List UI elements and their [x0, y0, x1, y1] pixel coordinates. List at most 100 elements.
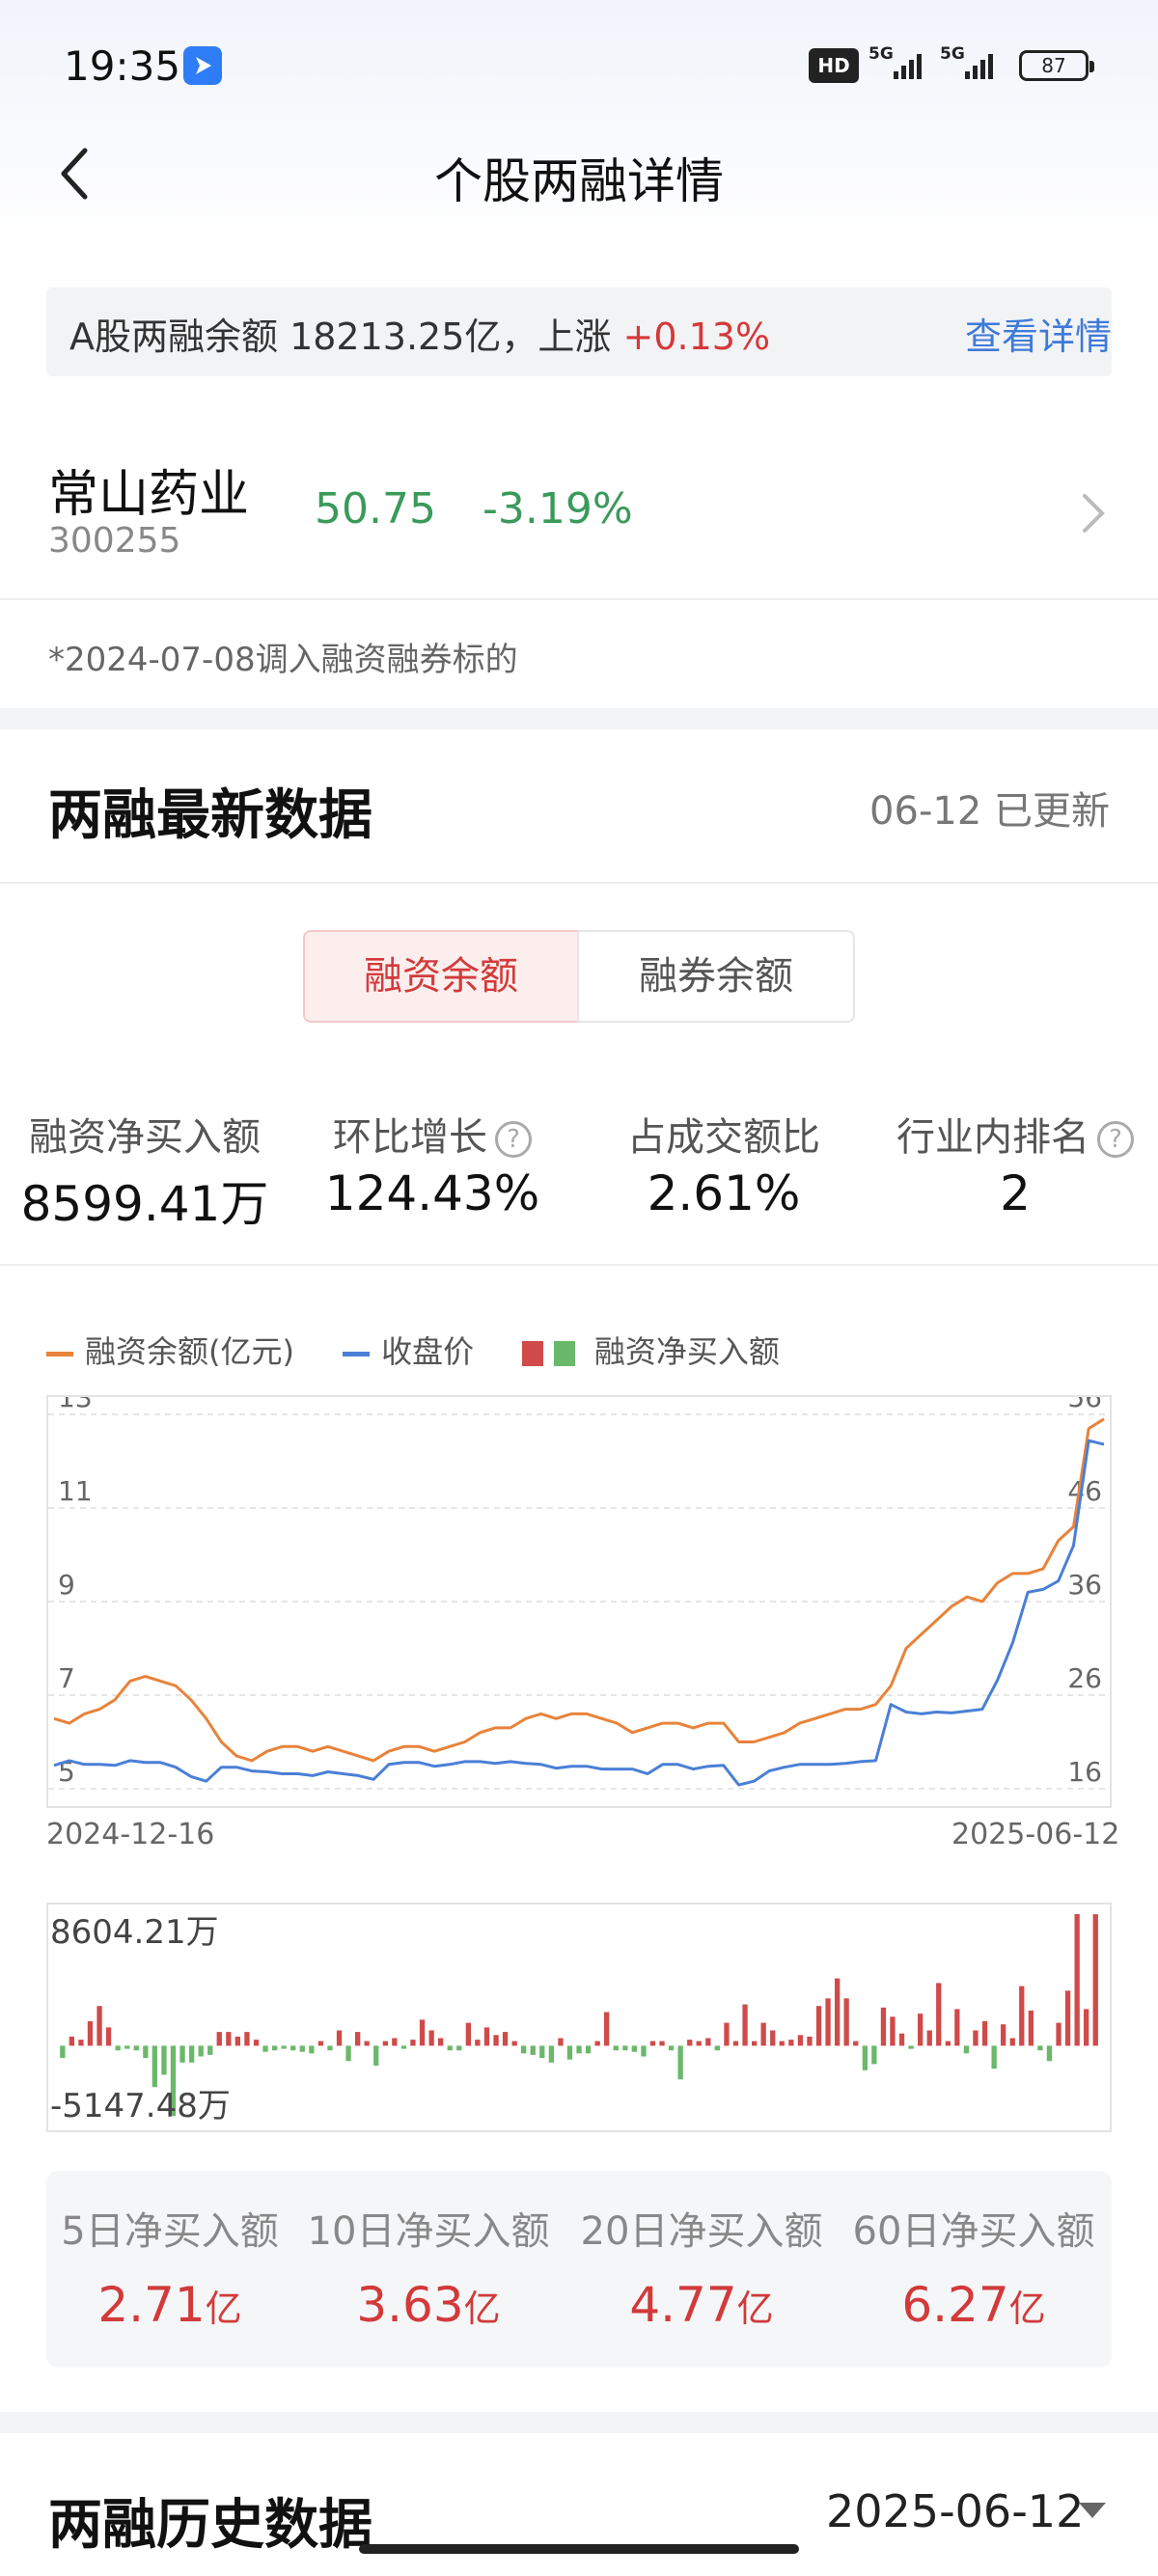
net-buy-bar [345, 2045, 351, 2062]
legend-balance: 融资余额(亿元) [46, 1333, 294, 1370]
net-buy-bar [253, 2040, 260, 2046]
stat-value-10d: 3.63亿 [356, 2277, 501, 2333]
stat-value-60d: 6.27亿 [901, 2277, 1046, 2333]
net-buy-bar [585, 2045, 592, 2054]
net-buy-bar [594, 2041, 600, 2046]
net-buy-bar [880, 2007, 887, 2046]
metric-label-turnover-ratio: 占成交额比 [627, 1115, 820, 1160]
net-buy-bar [926, 2030, 932, 2046]
net-buy-bar [419, 2019, 426, 2046]
net-buy-bar [115, 2045, 121, 2051]
net-buy-bar [355, 2032, 361, 2046]
stat-label-10d: 10日净买入额 [307, 2209, 550, 2254]
net-buy-bar [1064, 1990, 1071, 2046]
x-axis-end-label: 2025-06-12 [951, 1818, 1120, 1851]
net-buy-bar [69, 2036, 74, 2046]
net-buy-bar [641, 2045, 647, 2057]
net-buy-bar [530, 2045, 536, 2055]
net-buy-bar [770, 2030, 776, 2046]
net-buy-bar-chart[interactable]: 8604.21万 -5147.48万 [46, 1903, 1112, 2132]
left-axis-tick: 7 [58, 1662, 75, 1694]
section-gap [0, 2412, 1158, 2433]
net-buy-bar [143, 2045, 149, 2059]
net-buy-bar [1056, 2022, 1062, 2046]
net-buy-bar [853, 2041, 859, 2046]
stock-price: 50.75 [315, 484, 436, 534]
metric-value-growth: 124.43% [324, 1165, 540, 1221]
net-buy-bar [189, 2045, 195, 2063]
stock-name[interactable]: 常山药业 [48, 453, 249, 526]
net-buy-bar [179, 2045, 185, 2063]
net-buy-bar [336, 2030, 343, 2046]
net-buy-bar [226, 2032, 232, 2046]
balance-price-chart[interactable]: 13 56 11 46 9 36 7 26 5 16 [46, 1395, 1112, 1808]
net-buy-bar [234, 2036, 240, 2046]
net-buy-bar [299, 2045, 305, 2052]
net-buy-bar [825, 1998, 831, 2046]
net-buy-bar [1046, 2045, 1053, 2062]
net-buy-bar [281, 2045, 287, 2049]
stat-label-5d: 5日净买入额 [61, 2209, 279, 2254]
help-icon[interactable]: ? [495, 1121, 532, 1158]
net-buy-bar [752, 2041, 758, 2046]
net-buy-bar [309, 2045, 315, 2054]
net-buy-bar [161, 2045, 167, 2075]
net-buy-bar [890, 2016, 896, 2046]
net-buy-bar [668, 2045, 675, 2051]
view-details-link[interactable]: 查看详情 [965, 307, 1112, 360]
net-buy-bar [622, 2045, 628, 2051]
net-buy-bar [198, 2045, 204, 2057]
net-buy-bar [871, 2045, 877, 2065]
net-buy-bar [105, 2027, 112, 2046]
right-axis-tick: 46 [1067, 1475, 1102, 1507]
net-buy-bar [1019, 1986, 1025, 2046]
tab-short-balance[interactable]: 融券余额 [577, 930, 855, 1023]
app-notification-icon [183, 46, 222, 85]
net-buy-bar [558, 2038, 564, 2046]
net-buy-bar [1074, 1914, 1080, 2046]
net-buy-bar [788, 2040, 794, 2046]
triangle-down-icon[interactable] [1079, 2503, 1106, 2518]
net-buy-bar [797, 2035, 804, 2046]
net-buy-bar [483, 2027, 490, 2046]
market-banner-text: A股两融余额 18213.25亿，上涨 +0.13% [69, 315, 771, 358]
chevron-right-icon[interactable] [1079, 490, 1108, 536]
stat-label-20d: 20日净买入额 [580, 2209, 823, 2254]
net-buy-bar [96, 2006, 102, 2046]
net-buy-bar [447, 2045, 453, 2051]
tab-financing-balance[interactable]: 融资余额 [303, 930, 579, 1023]
divider [0, 1264, 1158, 1266]
net-buy-bar [981, 2021, 988, 2046]
net-buy-bar [779, 2041, 785, 2046]
net-buy-bar [124, 2045, 130, 2049]
signal-icon-1: 5G [868, 44, 932, 83]
listing-note: *2024-07-08调入融资融券标的 [48, 641, 518, 679]
net-buy-bar [465, 2022, 471, 2046]
history-date-select[interactable]: 2025-06-12 [826, 2485, 1084, 2537]
stock-change: -3.19% [482, 484, 633, 534]
net-buy-bar [438, 2038, 444, 2046]
net-buy-bar [732, 2041, 739, 2046]
chart-legend: 融资余额(亿元) 收盘价 融资净买入额 [46, 1328, 818, 1372]
bar-max-label: 8604.21万 [50, 1913, 219, 1952]
stock-code: 300255 [48, 521, 181, 561]
right-axis-tick: 16 [1067, 1756, 1102, 1788]
stat-label-60d: 60日净买入额 [852, 2209, 1095, 2254]
net-buy-bar [539, 2045, 545, 2059]
net-buy-bar [521, 2045, 527, 2054]
net-buy-bar [815, 2006, 822, 2046]
net-buy-bar [687, 2040, 693, 2046]
net-buy-bar [1092, 1914, 1098, 2046]
net-buy-bar [290, 2045, 296, 2051]
net-buy-bar [696, 2041, 702, 2046]
legend-close: 收盘价 [343, 1333, 474, 1370]
net-buy-bar [724, 2022, 730, 2046]
net-buy-bar [1084, 2009, 1089, 2046]
net-buy-bar [475, 2040, 481, 2046]
metric-label-net-buy: 融资净买入额 [29, 1115, 261, 1160]
help-icon[interactable]: ? [1097, 1121, 1134, 1158]
metric-label-rank: 行业内排名? [878, 1106, 1152, 1162]
net-buy-bar [613, 2045, 619, 2051]
net-buy-bar [807, 2036, 813, 2046]
net-buy-bar [760, 2022, 766, 2046]
